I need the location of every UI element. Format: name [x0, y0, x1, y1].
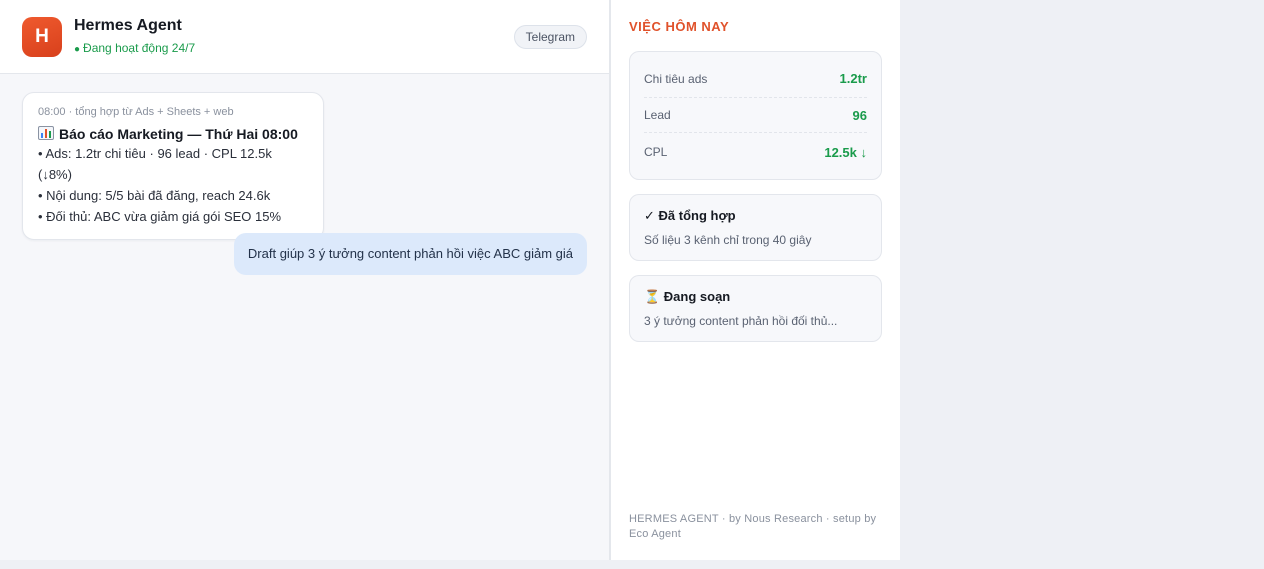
task-title: ✓ Đã tổng hợp: [644, 208, 736, 223]
task-card-in-progress[interactable]: ⏳ Đang soạn 3 ý tưởng content phản hồi đ…: [629, 275, 882, 342]
today-panel: VIỆC HÔM NAY Chi tiêu ads 1.2tr Lead 96 …: [609, 0, 900, 560]
metric-label: CPL: [644, 145, 668, 159]
metric-ad-spend: Chi tiêu ads 1.2tr: [644, 52, 867, 98]
user-message: Draft giúp 3 ý tưởng content phản hồi vi…: [233, 233, 587, 275]
metric-value: 12.5k ↓: [824, 144, 867, 160]
metric-lead: Lead 96: [644, 98, 867, 133]
agent-status: ● Đang hoạt động 24/7: [74, 41, 195, 57]
report-line-ads: • Ads: 1.2tr chi tiêu · 96 lead · CPL 12…: [38, 146, 272, 182]
metric-label: Lead: [644, 108, 671, 122]
report-meta: 08:00 · tổng hợp từ Ads + Sheets + web: [38, 106, 234, 118]
agent-avatar: H: [22, 16, 62, 57]
metrics-card: Chi tiêu ads 1.2tr Lead 96 CPL 12.5k ↓: [629, 51, 882, 180]
metric-cpl: CPL 12.5k ↓: [644, 133, 867, 179]
task-card-done[interactable]: ✓ Đã tổng hợp Số liệu 3 kênh chỉ trong 4…: [629, 194, 882, 261]
agent-info: Hermes Agent ● Đang hoạt động 24/7: [74, 16, 195, 57]
channel-badge[interactable]: Telegram: [513, 25, 587, 49]
report-line-competitor: • Đối thủ: ABC vừa giảm giá gói SEO 15%: [38, 209, 282, 224]
task-description: 3 ý tưởng content phản hồi đối thủ...: [644, 314, 838, 328]
agent-status-text: Đang hoạt động 24/7: [83, 41, 196, 55]
task-title: ⏳ Đang soạn: [644, 289, 731, 304]
metric-value: 1.2tr: [839, 71, 867, 86]
metric-label: Chi tiêu ads: [644, 71, 708, 86]
status-dot-icon: ●: [74, 44, 81, 55]
report-line-content: • Nội dung: 5/5 bài đã đăng, reach 24.6k: [38, 188, 271, 203]
task-description: Số liệu 3 kênh chỉ trong 40 giây: [644, 233, 812, 247]
message-list: 08:00 · tổng hợp từ Ads + Sheets + web B…: [0, 74, 609, 560]
metric-value: 96: [852, 107, 867, 123]
today-title: VIỆC HÔM NAY: [629, 19, 730, 34]
bot-report-message: 08:00 · tổng hợp từ Ads + Sheets + web B…: [22, 92, 324, 240]
chat-header: H Hermes Agent ● Đang hoạt động 24/7 Tele…: [0, 0, 609, 74]
bar-chart-icon: [38, 126, 54, 140]
chat-panel: H Hermes Agent ● Đang hoạt động 24/7 Tele…: [0, 0, 609, 560]
report-title-row: Báo cáo Marketing — Thứ Hai 08:00: [38, 125, 308, 143]
app-window: H Hermes Agent ● Đang hoạt động 24/7 Tele…: [0, 0, 900, 560]
report-title: Báo cáo Marketing — Thứ Hai 08:00: [59, 126, 298, 142]
credits-footer: HERMES AGENT · by Nous Research · setup …: [629, 513, 877, 540]
agent-name: Hermes Agent: [74, 17, 182, 34]
